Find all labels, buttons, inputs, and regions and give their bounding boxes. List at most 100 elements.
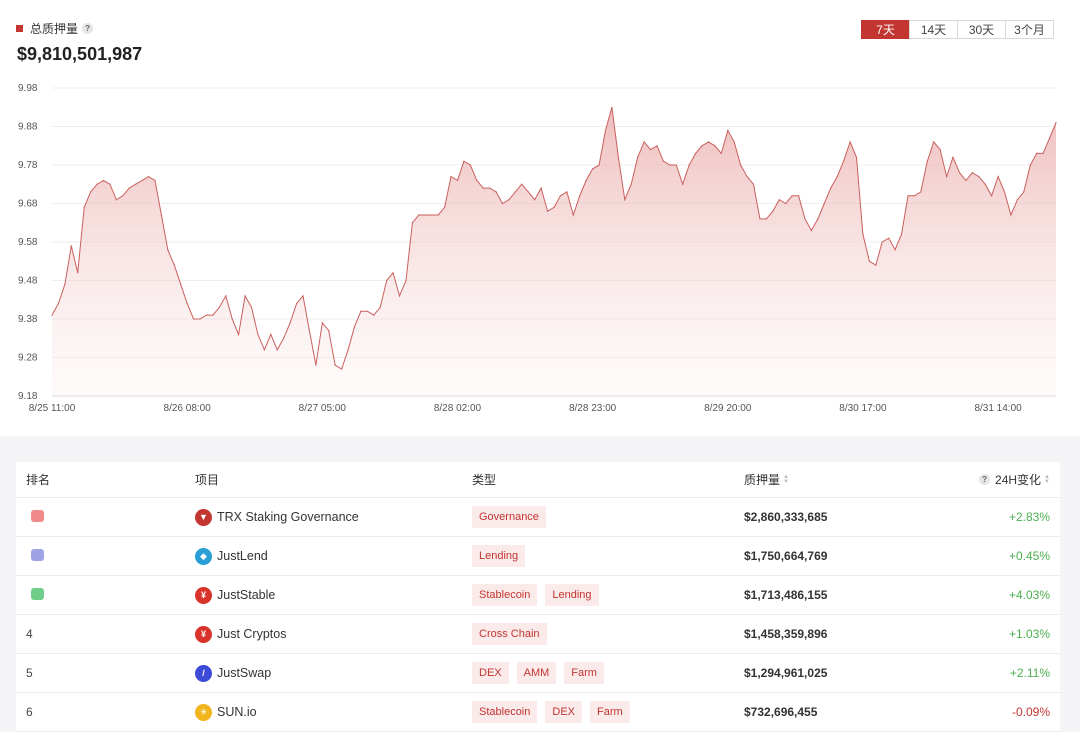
project-name[interactable]: Just Cryptos (217, 627, 286, 641)
project-cell[interactable]: / JustSwap (195, 664, 472, 682)
project-cell[interactable]: ¥ JustStable (195, 586, 472, 604)
data-point (225, 295, 227, 297)
data-point (585, 179, 587, 181)
data-point (495, 191, 497, 193)
tab-3m[interactable]: 3个月 (1005, 20, 1054, 39)
data-point (778, 199, 780, 201)
table-row[interactable]: ¥ JustStable Stablecoin Lending $1,713,486,1… (16, 576, 1060, 615)
type-tag[interactable]: Stablecoin (472, 584, 538, 606)
data-point (817, 218, 819, 220)
data-point (289, 322, 291, 324)
tab-7d[interactable]: 7天 (861, 20, 910, 39)
data-point (978, 176, 980, 178)
project-name[interactable]: JustLend (217, 549, 268, 563)
table-row[interactable]: ▼ TRX Staking Governance Governance $2,860,… (16, 498, 1060, 537)
change-cell: +1.03% (1008, 627, 1050, 641)
data-point (675, 164, 677, 166)
project-name[interactable]: SUN.io (217, 705, 257, 719)
change-cell: +2.83% (1008, 510, 1050, 524)
tvl-label: 总质押量 (30, 22, 79, 36)
data-point (302, 295, 304, 297)
project-name[interactable]: JustSwap (217, 666, 271, 680)
tvl-cell: $1,458,359,896 (744, 627, 828, 641)
rank-cell (16, 548, 195, 564)
data-point (193, 318, 195, 320)
type-tag[interactable]: AMM (516, 662, 557, 684)
data-point (431, 214, 433, 216)
x-axis: 8/25 11:00 8/26 08:00 8/27 05:00 8/28 02:00… (29, 403, 1022, 414)
type-cell: Stablecoin Lending (472, 584, 744, 606)
header-tvl: 质押量 (744, 473, 781, 487)
data-point (283, 337, 285, 339)
table-row[interactable]: ◆ JustLend Lending $1,750,664,769 +0.45% (16, 537, 1060, 576)
y-tick-label: 9.98 (18, 83, 38, 94)
data-point (353, 326, 356, 328)
type-tag[interactable]: Farm (564, 662, 604, 684)
data-point (199, 318, 201, 320)
data-point (1055, 122, 1057, 124)
project-logo-icon: ◆ (195, 547, 212, 565)
x-tick-label: 8/29 20:00 (704, 403, 752, 414)
project-name[interactable]: JustStable (217, 588, 275, 602)
tab-30d[interactable]: 30天 (957, 20, 1006, 39)
data-point (669, 164, 671, 166)
project-cell[interactable]: ¥ Just Cryptos (195, 625, 472, 643)
data-point (1023, 191, 1025, 193)
table-row[interactable]: 4 ¥ Just Cryptos Cross Chain $1,458,359,896 +… (16, 615, 1060, 654)
data-point (991, 195, 993, 197)
data-point (798, 195, 800, 197)
data-point (572, 214, 574, 216)
table-row[interactable]: 5 / JustSwap DEX AMM Farm $1,294,961,025 +2.11% (16, 654, 1060, 693)
header-tvl-sort[interactable]: 质押量 ▲ ▼ (744, 471, 944, 488)
project-cell[interactable]: ☀ SUN.io (195, 703, 472, 721)
type-tag[interactable]: Lending (545, 584, 599, 606)
data-point (997, 176, 999, 178)
table-row[interactable]: 6 ☀ SUN.io Stablecoin DEX Farm $732,696,455 -0.… (16, 693, 1060, 732)
data-point (64, 283, 66, 285)
type-tag[interactable]: DEX (545, 701, 582, 723)
header-type: 类型 (472, 473, 497, 487)
data-point (270, 333, 272, 335)
project-logo-icon: ▼ (195, 508, 212, 526)
data-point (122, 195, 124, 197)
tab-14d[interactable]: 14天 (909, 20, 958, 39)
y-tick-label: 9.48 (18, 276, 38, 287)
data-point (424, 214, 426, 216)
project-name[interactable]: TRX Staking Governance (217, 510, 359, 524)
help-icon[interactable]: ? (82, 23, 94, 34)
tvl-area (52, 107, 1056, 397)
project-logo-icon: ¥ (195, 625, 212, 643)
data-point (926, 160, 928, 162)
type-tag[interactable]: Stablecoin (472, 701, 538, 723)
type-tag[interactable]: DEX (472, 662, 509, 684)
data-point (180, 283, 182, 285)
type-tag[interactable]: Lending (472, 545, 526, 567)
data-point (463, 160, 465, 162)
data-point (250, 306, 253, 308)
data-point (360, 310, 362, 312)
data-point (707, 141, 710, 143)
data-point (772, 210, 774, 212)
type-tag[interactable]: Cross Chain (472, 623, 547, 645)
data-point (791, 195, 793, 197)
type-tag[interactable]: Governance (472, 506, 546, 528)
type-tag[interactable]: Farm (590, 701, 630, 723)
data-point (141, 179, 143, 181)
y-tick-label: 9.28 (18, 353, 38, 364)
tvl-area-chart[interactable]: 9.98 9.88 9.78 9.68 9.58 9.48 9.38 9.28 9.18 8/2… (0, 76, 1080, 426)
data-point (592, 168, 594, 170)
data-point (855, 156, 858, 158)
sort-icon: ▲ ▼ (783, 473, 789, 485)
header-change-sort[interactable]: ? 24H变化 ▲ ▼ (944, 471, 1060, 488)
project-cell[interactable]: ▼ TRX Staking Governance (195, 508, 472, 526)
data-point (296, 303, 298, 305)
data-point (630, 183, 632, 185)
data-point (611, 106, 613, 108)
help-icon[interactable]: ? (979, 474, 991, 485)
sort-icon: ▲ ▼ (1044, 473, 1050, 485)
project-cell[interactable]: ◆ JustLend (195, 547, 472, 565)
project-logo-icon: ¥ (195, 586, 212, 604)
data-point (57, 303, 60, 305)
data-point (547, 210, 549, 212)
data-point (1010, 214, 1012, 216)
